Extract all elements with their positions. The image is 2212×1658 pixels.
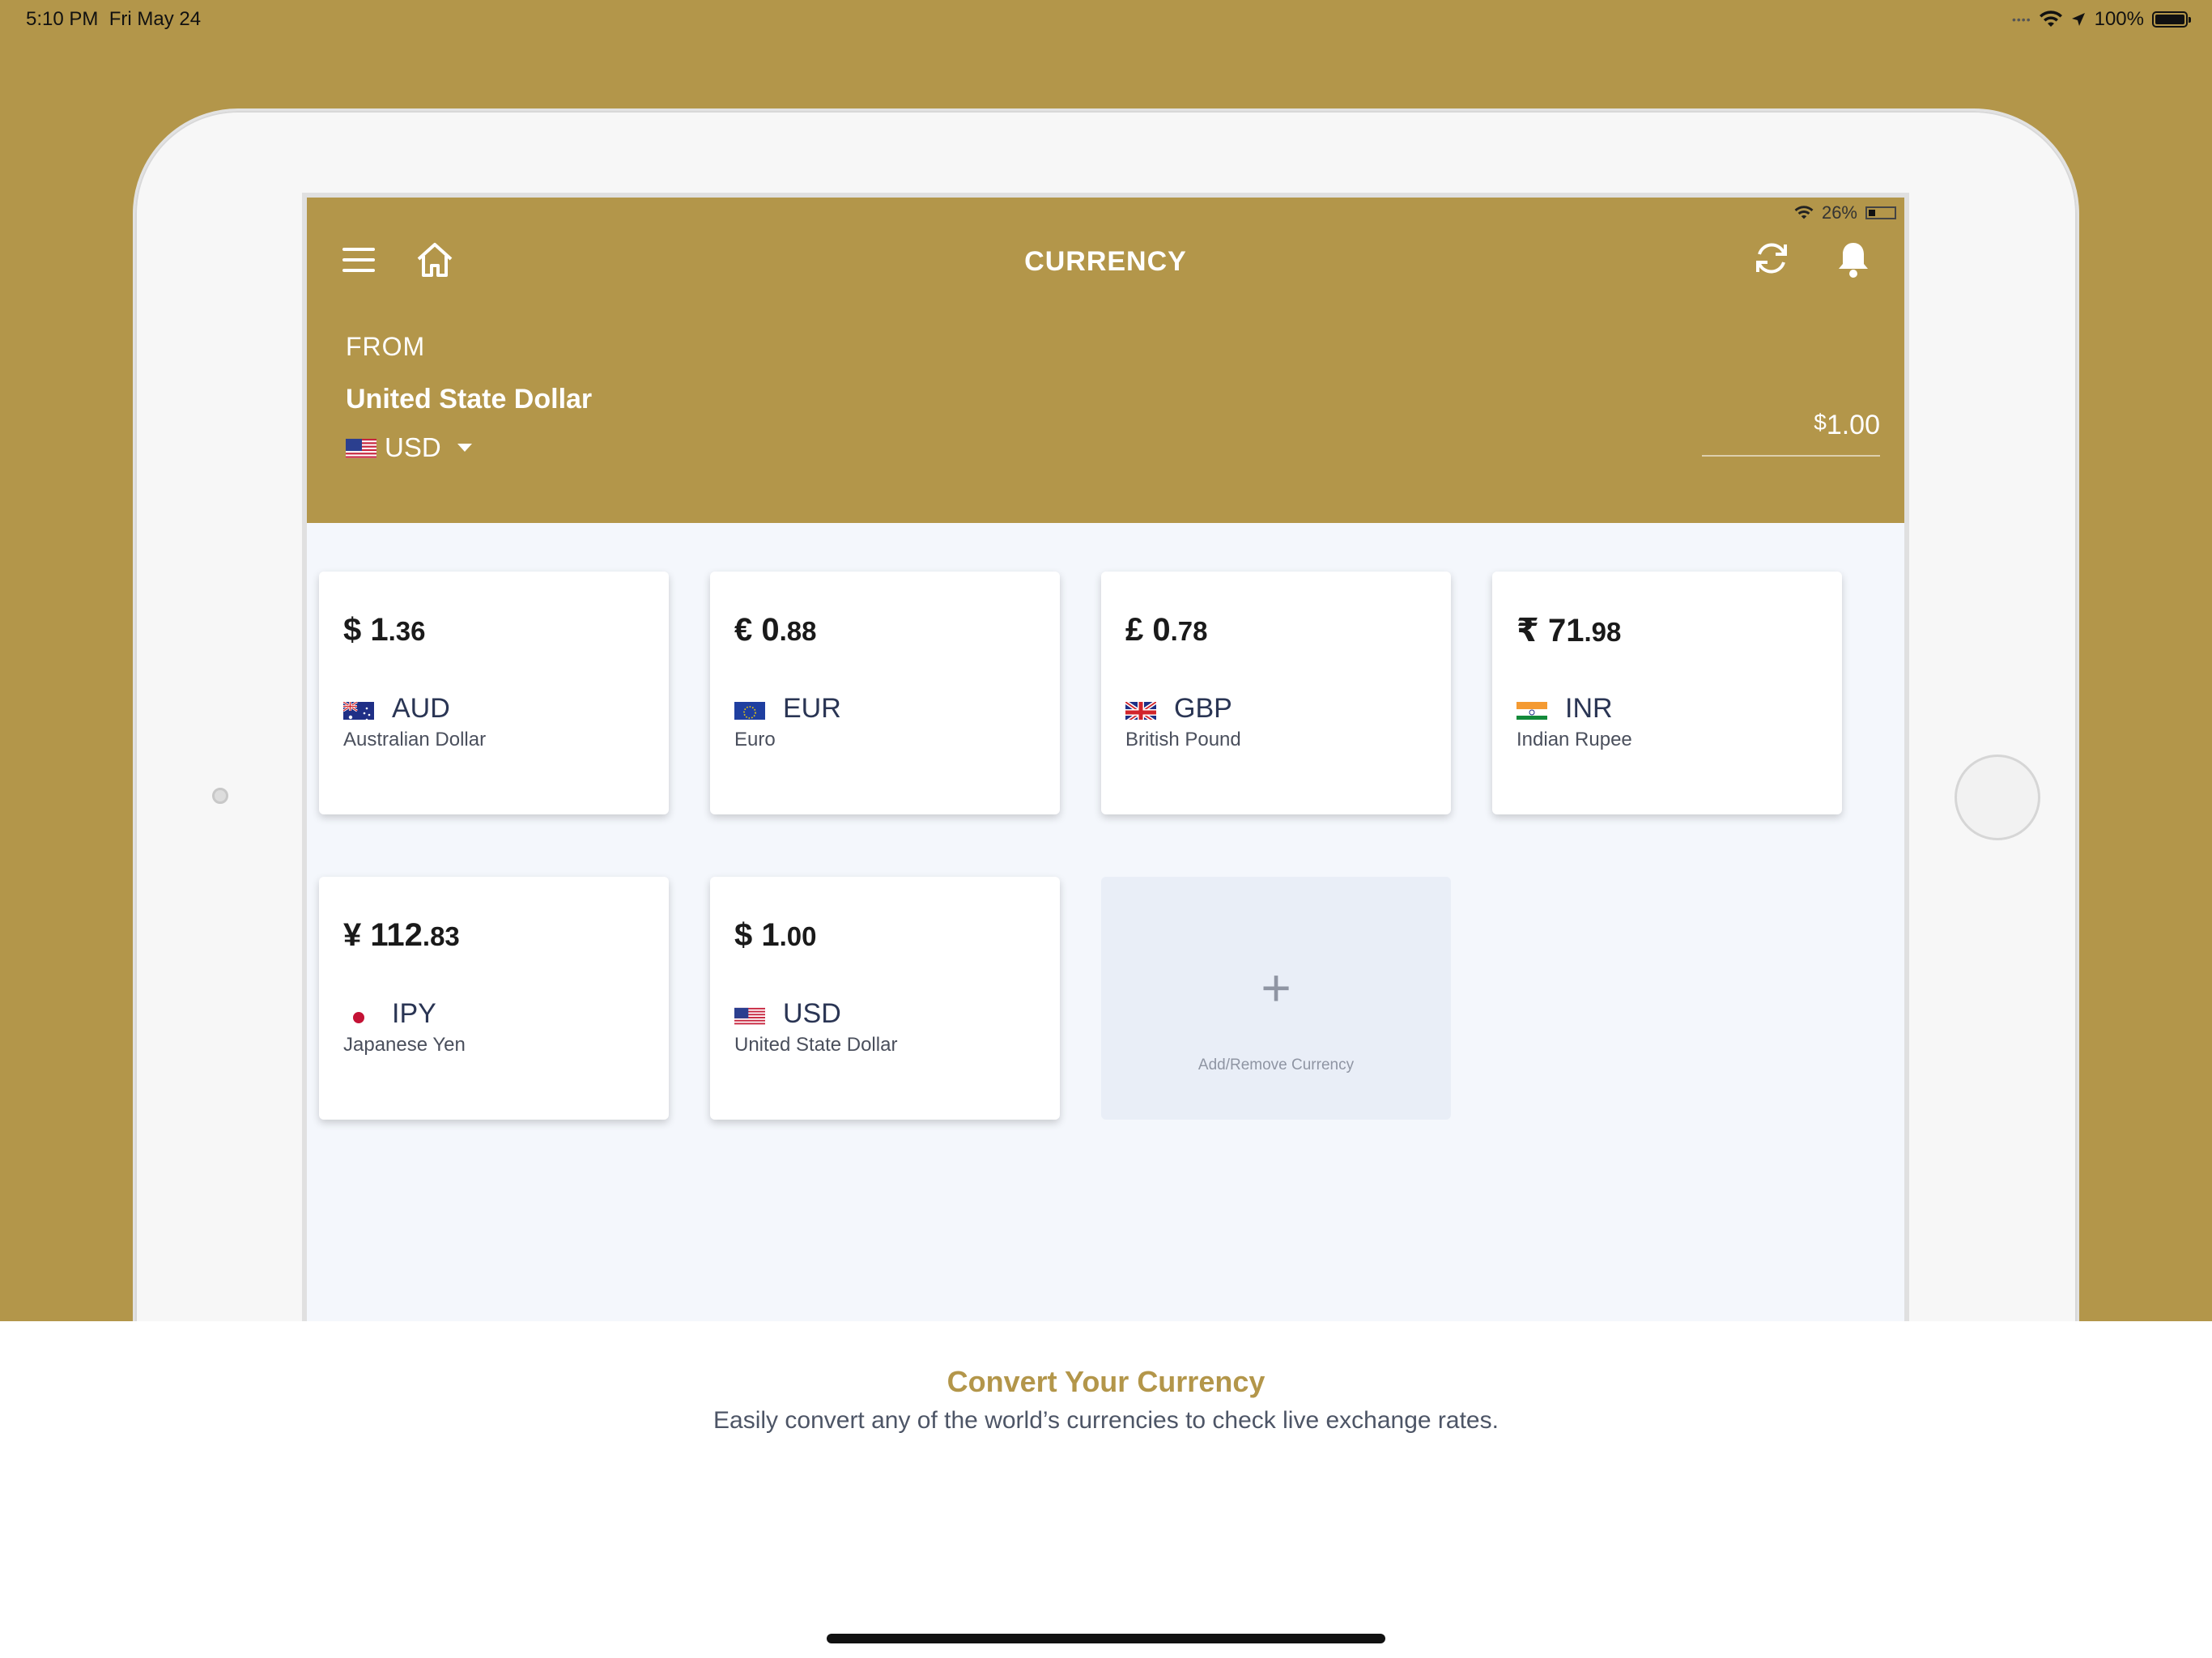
page-title: CURRENCY bbox=[1024, 246, 1187, 277]
from-currency-selector[interactable]: USD bbox=[346, 432, 472, 463]
currency-code-row: GBP bbox=[1125, 693, 1232, 725]
currency-code: EUR bbox=[783, 693, 841, 724]
app-status-bar: 26% bbox=[1794, 202, 1896, 223]
location-arrow-icon bbox=[2071, 13, 2085, 26]
promo-title: Convert Your Currency bbox=[946, 1365, 1266, 1398]
refresh-icon[interactable] bbox=[1753, 240, 1790, 277]
camera-icon bbox=[212, 788, 228, 804]
currency-code: INR bbox=[1565, 693, 1613, 724]
currency-card-gbp[interactable]: £ 0.78 GBP British Pound bbox=[1101, 572, 1451, 814]
currency-code-row: INR bbox=[1516, 693, 1613, 725]
currency-card-eur[interactable]: € 0.88 EUR Euro bbox=[710, 572, 1060, 814]
home-button[interactable] bbox=[1955, 755, 2040, 840]
currency-card-aud[interactable]: $ 1.36 AUD Australian Dollar bbox=[319, 572, 669, 814]
currency-card-usd[interactable]: $ 1.00 USD United State Dollar bbox=[710, 877, 1060, 1120]
australia-flag-icon bbox=[343, 699, 374, 720]
signal-dots-icon: •••• bbox=[2012, 13, 2031, 26]
converted-amount: ₹ 71.98 bbox=[1516, 613, 1622, 648]
wifi-icon bbox=[2039, 11, 2062, 28]
from-currency-name: United State Dollar bbox=[346, 384, 593, 414]
amount-symbol: $ bbox=[1814, 410, 1827, 435]
add-remove-label: Add/Remove Currency bbox=[1197, 1056, 1355, 1073]
converted-amount: ¥ 112.83 bbox=[343, 917, 460, 953]
japan-flag-icon bbox=[343, 1004, 374, 1025]
battery-icon bbox=[2152, 11, 2191, 28]
wifi-icon bbox=[1794, 206, 1814, 219]
currency-name: British Pound bbox=[1125, 729, 1241, 750]
battery-icon bbox=[1865, 206, 1896, 219]
promo-subtitle: Easily convert any of the world’s curren… bbox=[713, 1407, 1499, 1434]
dropdown-caret-icon bbox=[457, 444, 472, 452]
status-time: 5:10 PM Fri May 24 bbox=[26, 8, 202, 30]
app-battery-percent: 26% bbox=[1821, 202, 1857, 223]
app-screen: 26% CURRENCY FROM United State Dollar US… bbox=[302, 193, 1909, 1321]
currency-card-ipy[interactable]: ¥ 112.83 IPY Japanese Yen bbox=[319, 877, 669, 1120]
eu-flag-icon bbox=[734, 699, 765, 720]
india-flag-icon bbox=[1516, 699, 1547, 720]
currency-name: Indian Rupee bbox=[1516, 729, 1632, 750]
add-remove-currency-button[interactable]: + Add/Remove Currency bbox=[1101, 877, 1451, 1120]
usa-flag-icon bbox=[734, 1004, 765, 1025]
converted-amount: £ 0.78 bbox=[1125, 612, 1208, 648]
from-currency-code: USD bbox=[385, 432, 441, 462]
from-label: FROM bbox=[346, 332, 426, 361]
currency-code: IPY bbox=[392, 998, 436, 1029]
usa-flag-icon bbox=[346, 437, 376, 458]
currency-name: Euro bbox=[734, 729, 776, 750]
amount-value: 1.00 bbox=[1826, 410, 1880, 440]
currency-code: USD bbox=[783, 998, 841, 1029]
currency-code-row: AUD bbox=[343, 693, 450, 725]
converted-amount: € 0.88 bbox=[734, 612, 817, 648]
currency-code-row: USD bbox=[734, 998, 841, 1030]
converted-amount: $ 1.36 bbox=[343, 612, 426, 648]
currency-code-row: EUR bbox=[734, 693, 841, 725]
status-indicators: •••• 100% bbox=[2012, 8, 2191, 31]
currency-code: AUD bbox=[392, 693, 450, 724]
battery-percent: 100% bbox=[2094, 8, 2144, 30]
from-amount-input[interactable]: $1.00 bbox=[1702, 410, 1880, 457]
uk-flag-icon bbox=[1125, 699, 1156, 720]
promo-background: 5:10 PM Fri May 24 •••• 100% 26% CURRENC… bbox=[0, 0, 2212, 1321]
currency-name: Australian Dollar bbox=[343, 729, 487, 750]
bell-icon[interactable] bbox=[1836, 240, 1871, 278]
app-header: 26% CURRENCY FROM United State Dollar US… bbox=[307, 198, 1904, 523]
currency-code: GBP bbox=[1174, 693, 1232, 724]
home-indicator[interactable] bbox=[827, 1634, 1385, 1643]
plus-icon: + bbox=[1261, 959, 1291, 1017]
currency-name: United State Dollar bbox=[734, 1034, 898, 1056]
converted-amount: $ 1.00 bbox=[734, 917, 817, 953]
currency-name: Japanese Yen bbox=[343, 1034, 466, 1056]
currency-code-row: IPY bbox=[343, 998, 436, 1030]
system-status-bar: 5:10 PM Fri May 24 •••• 100% bbox=[0, 0, 2212, 39]
currency-card-inr[interactable]: ₹ 71.98 INR Indian Rupee bbox=[1492, 572, 1842, 814]
